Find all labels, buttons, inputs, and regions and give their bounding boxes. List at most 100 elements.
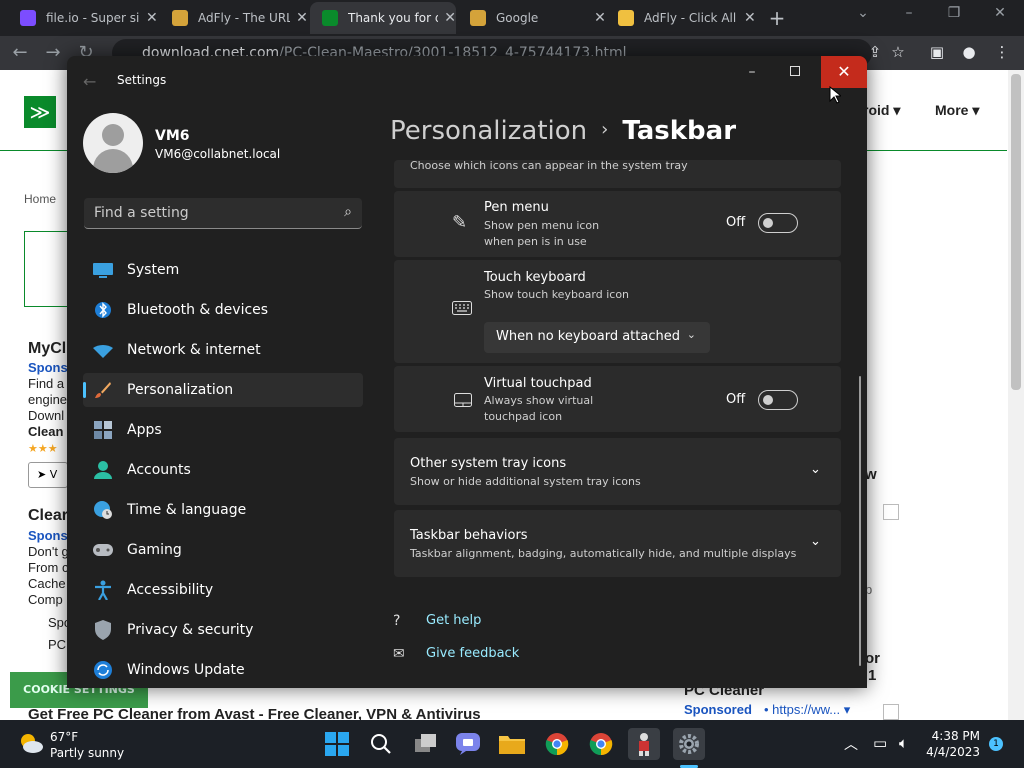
touch-keyboard-dropdown[interactable]: When no keyboard attached ⌄ bbox=[484, 322, 710, 353]
weather-desc: Partly sunny bbox=[50, 746, 125, 760]
user-email: VM6@collabnet.local bbox=[155, 147, 281, 161]
close-tab-icon[interactable]: ✕ bbox=[444, 10, 456, 26]
nav-label: Network & internet bbox=[127, 342, 261, 358]
notification-badge[interactable]: 1 bbox=[989, 737, 1003, 751]
breadcrumb-home-link[interactable]: Home bbox=[24, 192, 56, 206]
file-explorer-icon[interactable] bbox=[496, 728, 528, 760]
settings-gear-icon[interactable] bbox=[673, 728, 705, 760]
maximize-button[interactable] bbox=[790, 66, 800, 76]
network-icon[interactable]: ▭ bbox=[873, 734, 887, 752]
chevron-down-icon: ⌄ bbox=[686, 328, 696, 341]
search-icon[interactable] bbox=[365, 728, 397, 760]
cnet-logo-icon[interactable]: ≫ bbox=[24, 96, 56, 128]
back-arrow-icon[interactable]: ← bbox=[83, 72, 96, 91]
visit-button[interactable]: ➤ V bbox=[28, 462, 68, 488]
nav-item-windows-update[interactable]: Windows Update bbox=[83, 653, 363, 687]
nav-item-system[interactable]: System bbox=[83, 253, 363, 287]
search-input[interactable] bbox=[94, 205, 324, 221]
tray-hint-card: Choose which icons can appear in the sys… bbox=[394, 159, 841, 188]
give-feedback-link[interactable]: Give feedback bbox=[426, 646, 519, 661]
nav-item-gaming[interactable]: Gaming bbox=[83, 533, 363, 567]
page-breadcrumb: Personalization › Taskbar bbox=[390, 116, 736, 146]
clock-time: 4:38 PM bbox=[931, 729, 980, 743]
chrome-icon[interactable] bbox=[541, 728, 573, 760]
taskbar-behaviors-expander[interactable]: Taskbar behaviors Taskbar alignment, bad… bbox=[394, 510, 841, 577]
nav-item-time-language[interactable]: Time & language bbox=[83, 493, 363, 527]
settings-window: ← Settings – ✕ VM6 VM6@collabnet.local ⌕… bbox=[67, 56, 867, 688]
bluetooth-icon bbox=[93, 300, 113, 320]
close-tab-icon[interactable]: ✕ bbox=[146, 10, 158, 26]
tab-label: AdFly - The URL bbox=[198, 11, 291, 25]
search-box[interactable]: ⌕ bbox=[84, 198, 362, 229]
settings-scrollbar[interactable] bbox=[859, 376, 861, 666]
menu-kebab-icon[interactable]: ⋮ bbox=[992, 43, 1012, 63]
bookmark-star-icon[interactable]: ☆ bbox=[888, 43, 908, 63]
minimize-button[interactable]: – bbox=[741, 64, 763, 80]
browser-tab-fileio[interactable]: file.io - Super si ✕ bbox=[8, 2, 158, 34]
nav-item-personalization[interactable]: Personalization bbox=[83, 373, 363, 407]
breadcrumb-parent-link[interactable]: Personalization bbox=[390, 116, 587, 146]
browser-tab-adfly-click[interactable]: AdFly - Click All ✕ bbox=[606, 2, 756, 34]
profile-icon[interactable]: ● bbox=[959, 43, 979, 63]
browser-tab-thank-you[interactable]: Thank you for d ✕ bbox=[310, 2, 456, 34]
nav-item-accessibility[interactable]: Accessibility bbox=[83, 573, 363, 607]
cnet-favicon-icon bbox=[322, 10, 338, 26]
avatar[interactable] bbox=[83, 113, 143, 173]
taskbar-clock[interactable]: 4:38 PM 4/4/2023 bbox=[926, 728, 980, 760]
game-controller-icon bbox=[93, 540, 113, 560]
browser-close-button[interactable]: ✕ bbox=[990, 5, 1010, 21]
result-heading-1[interactable]: MyCl bbox=[28, 340, 66, 358]
browser-tab-adfly[interactable]: AdFly - The URL ✕ bbox=[160, 2, 308, 34]
paintbrush-icon bbox=[93, 380, 113, 400]
ad-box bbox=[24, 231, 68, 307]
other-tray-icons-expander[interactable]: Other system tray icons Show or hide add… bbox=[394, 438, 841, 505]
browser-minimize-button[interactable]: – bbox=[899, 5, 919, 21]
get-help-link[interactable]: Get help bbox=[426, 613, 481, 628]
result-heading-2[interactable]: Clear bbox=[28, 507, 68, 525]
virtual-touchpad-toggle[interactable] bbox=[758, 390, 798, 410]
snippet-line: From c bbox=[28, 560, 69, 575]
browser-restore-button[interactable]: ❐ bbox=[944, 5, 964, 21]
start-windows-icon[interactable] bbox=[321, 728, 353, 760]
back-arrow-icon[interactable]: ← bbox=[10, 42, 30, 63]
sponsored-url[interactable]: • https://ww... ▾ bbox=[764, 702, 850, 718]
nav-label: Apps bbox=[127, 422, 162, 438]
nav-android-link[interactable]: roid ▾ bbox=[863, 102, 900, 119]
forward-arrow-icon[interactable]: → bbox=[43, 42, 63, 63]
bottom-result-title[interactable]: Get Free PC Cleaner from Avast - Free Cl… bbox=[28, 706, 481, 720]
nav-item-network[interactable]: Network & internet bbox=[83, 333, 363, 367]
app-character-icon[interactable] bbox=[628, 728, 660, 760]
teams-chat-icon[interactable] bbox=[452, 728, 484, 760]
page-scrollbar[interactable] bbox=[1008, 70, 1024, 720]
search-icon[interactable]: ⌕ bbox=[344, 204, 352, 220]
nav-item-apps[interactable]: Apps bbox=[83, 413, 363, 447]
small-label: PC bbox=[48, 637, 67, 652]
show-hidden-icons-chevron-icon[interactable]: ︿ bbox=[844, 734, 858, 754]
close-button[interactable]: ✕ bbox=[821, 56, 867, 88]
share-icon[interactable]: ⇪ bbox=[865, 43, 885, 63]
task-view-icon[interactable] bbox=[410, 728, 442, 760]
close-tab-icon[interactable]: ✕ bbox=[296, 10, 308, 26]
pen-menu-desc: when pen is in use bbox=[484, 235, 587, 248]
apps-grid-icon bbox=[93, 420, 113, 440]
volume-icon[interactable]: 🔈︎ bbox=[899, 734, 908, 752]
browser-tab-google[interactable]: Google ✕ bbox=[458, 2, 606, 34]
tab-search-chevron-icon[interactable]: ⌄ bbox=[853, 5, 873, 21]
other-tray-title: Other system tray icons bbox=[410, 456, 567, 471]
mouse-cursor-icon bbox=[829, 86, 841, 104]
scrollbar-thumb[interactable] bbox=[1011, 74, 1021, 390]
wifi-icon bbox=[93, 340, 113, 360]
snippet-line: engine bbox=[28, 392, 68, 407]
chrome-icon[interactable] bbox=[585, 728, 617, 760]
nav-item-bluetooth[interactable]: Bluetooth & devices bbox=[83, 293, 363, 327]
pen-menu-toggle[interactable] bbox=[758, 213, 798, 233]
nav-item-accounts[interactable]: Accounts bbox=[83, 453, 363, 487]
nav-more-link[interactable]: More ▾ bbox=[935, 102, 979, 119]
new-tab-button[interactable]: + bbox=[766, 6, 788, 30]
nav-item-privacy[interactable]: Privacy & security bbox=[83, 613, 363, 647]
close-tab-icon[interactable]: ✕ bbox=[744, 10, 756, 26]
side-panel-icon[interactable]: ▣ bbox=[927, 43, 947, 63]
close-tab-icon[interactable]: ✕ bbox=[594, 10, 606, 26]
touch-keyboard-desc: Show touch keyboard icon bbox=[484, 288, 630, 301]
fileio-favicon-icon bbox=[20, 10, 36, 26]
